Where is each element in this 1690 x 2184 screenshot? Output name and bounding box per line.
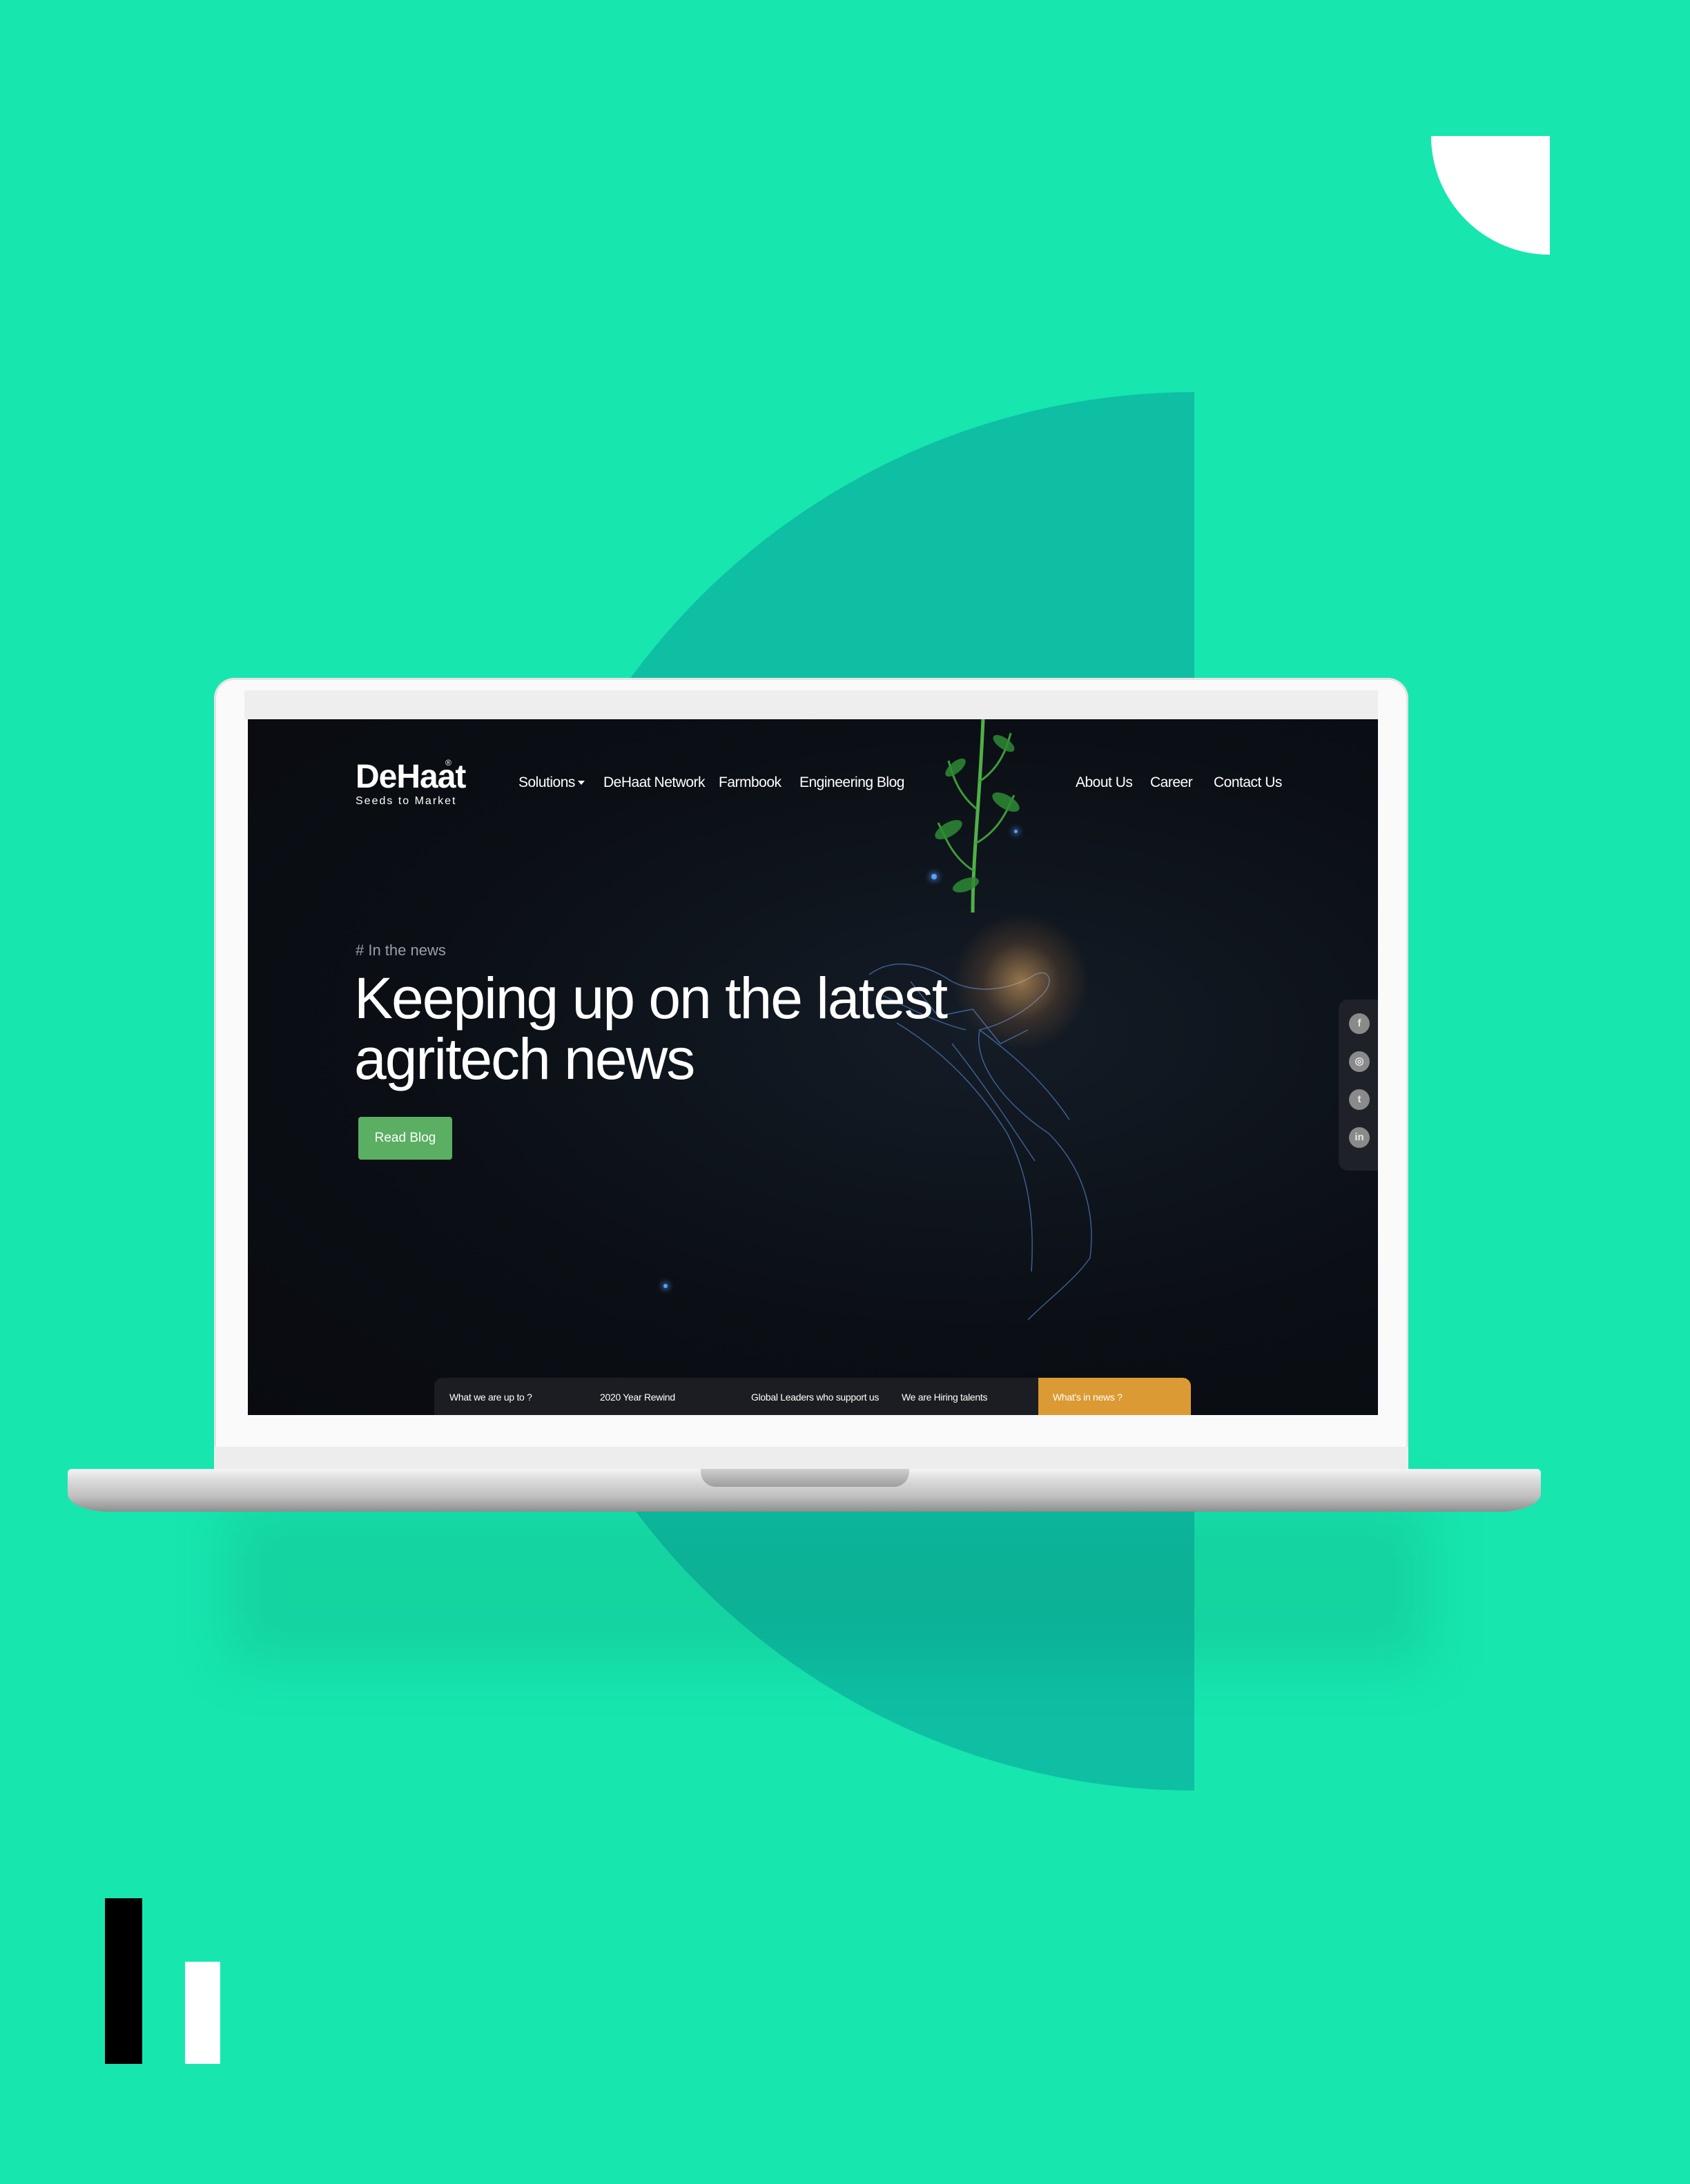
decorative-black-bar — [105, 1898, 142, 2064]
dehaat-logo[interactable]: DeHaat ® Seeds to Market — [356, 758, 466, 808]
nav-contact-us[interactable]: Contact Us — [1214, 774, 1282, 791]
star-dot — [931, 874, 937, 879]
instagram-icon[interactable]: ◎ — [1349, 1051, 1370, 1072]
nav-farmbook[interactable]: Farmbook — [719, 774, 781, 791]
hero-title: Keeping up on the latest agritech news — [354, 966, 948, 1091]
logo-tagline: Seeds to Market — [356, 795, 457, 807]
laptop-shadow — [228, 1505, 1429, 1664]
tab-what-we-are-up-to[interactable]: What we are up to ? — [449, 1392, 532, 1403]
facebook-icon[interactable]: f — [1349, 1013, 1370, 1034]
chevron-down-icon — [577, 781, 585, 786]
tab-global-leaders[interactable]: Global Leaders who support us — [751, 1392, 879, 1403]
nav-career[interactable]: Career — [1150, 774, 1193, 791]
nav-engineering-blog[interactable]: Engineering Blog — [799, 774, 904, 791]
section-tab-bar: What we are up to ? 2020 Year Rewind Glo… — [434, 1378, 1191, 1415]
decorative-white-bar — [185, 1962, 220, 2064]
laptop-screen: DeHaat ® Seeds to Market Solutions DeHaa… — [248, 719, 1378, 1415]
star-dot — [1014, 830, 1018, 833]
decorative-quarter-shape — [1431, 136, 1550, 255]
twitter-icon[interactable]: t — [1349, 1089, 1370, 1110]
hero-title-line2: agritech news — [354, 1026, 695, 1091]
logo-registered-mark: ® — [445, 758, 451, 768]
nav-dehaat-network[interactable]: DeHaat Network — [603, 774, 706, 791]
nav-about-us[interactable]: About Us — [1076, 774, 1133, 791]
hero-eyebrow: # In the news — [356, 942, 446, 959]
linkedin-icon[interactable]: in — [1349, 1127, 1370, 1148]
social-sidebar: f ◎ t in — [1339, 1000, 1378, 1171]
star-dot — [663, 1284, 668, 1288]
hero-title-line1: Keeping up on the latest — [354, 966, 948, 1031]
tab-whats-in-news[interactable]: What's in news ? — [1053, 1392, 1123, 1403]
nav-solutions[interactable]: Solutions — [518, 774, 585, 791]
laptop-hinge-notch — [701, 1469, 909, 1487]
read-blog-button[interactable]: Read Blog — [358, 1117, 452, 1160]
tab-2020-year-rewind[interactable]: 2020 Year Rewind — [600, 1392, 675, 1403]
nav-solutions-label: Solutions — [518, 774, 575, 790]
plant-glow — [952, 913, 1090, 1051]
tab-we-are-hiring[interactable]: We are Hiring talents — [902, 1392, 987, 1403]
laptop-chin — [214, 1447, 1408, 1472]
browser-top-strip — [244, 690, 1378, 719]
